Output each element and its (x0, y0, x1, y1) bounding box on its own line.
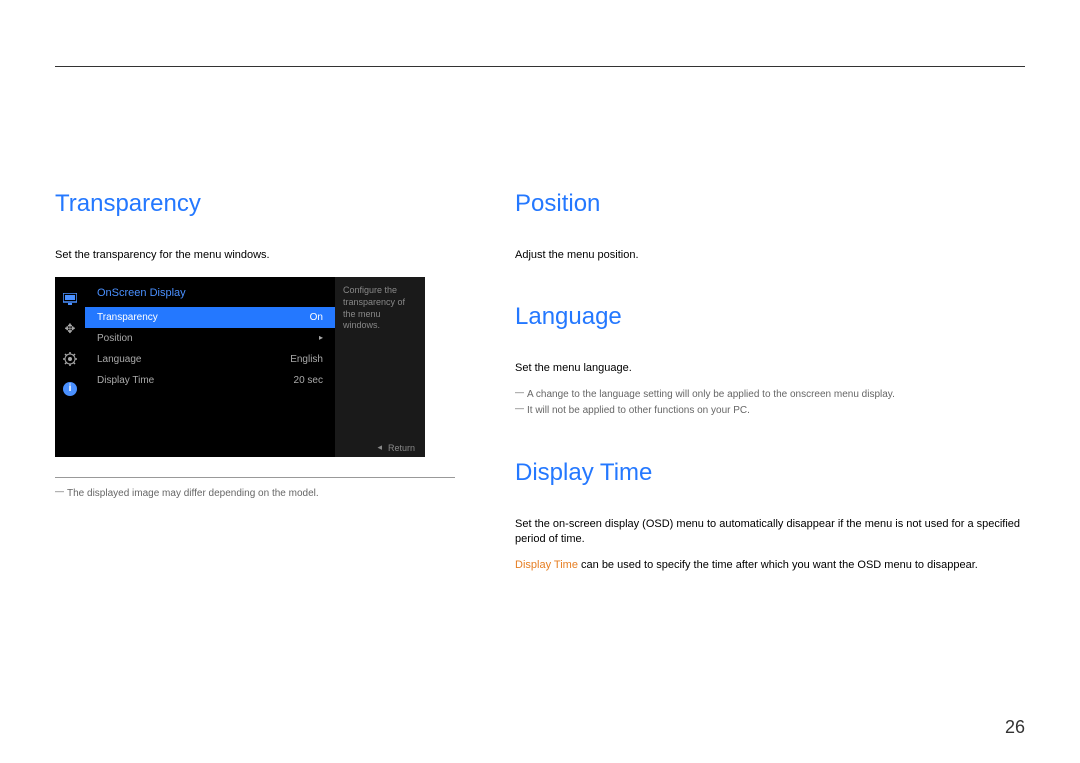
page-number: 26 (1005, 717, 1025, 738)
osd-row-display-time: Display Time 20 sec (85, 370, 335, 391)
left-arrow-icon: ◂ (377, 442, 382, 453)
osd-return-label: Return (388, 443, 415, 453)
display-time-body: Set the on-screen display (OSD) menu to … (515, 517, 1025, 548)
osd-row-value: On (310, 312, 323, 323)
osd-row-label: Display Time (97, 375, 154, 386)
display-time-body2-text: can be used to specify the time after wh… (578, 559, 978, 571)
position-body: Adjust the menu position. (515, 248, 1025, 263)
language-heading: Language (515, 303, 1025, 331)
language-note-2: It will not be applied to other function… (515, 403, 1025, 419)
display-time-heading: Display Time (515, 459, 1025, 487)
osd-row-value: 20 sec (294, 375, 323, 386)
osd-row-position: Position ▸ (85, 328, 335, 349)
gear-icon (63, 352, 77, 366)
osd-row-label: Transparency (97, 312, 158, 323)
model-disclaimer-note: The displayed image may differ depending… (55, 486, 455, 502)
osd-row-value: English (290, 354, 323, 365)
info-icon: i (63, 382, 77, 396)
transparency-body: Set the transparency for the menu window… (55, 248, 455, 263)
osd-title: OnScreen Display (85, 287, 335, 307)
osd-row-label: Language (97, 354, 142, 365)
osd-row-label: Position (97, 333, 133, 344)
osd-row-language: Language English (85, 349, 335, 370)
display-time-body2: Display Time can be used to specify the … (515, 558, 1025, 573)
display-time-term: Display Time (515, 559, 578, 571)
osd-menu: OnScreen Display Transparency On Positio… (85, 277, 335, 457)
osd-footer: ◂ Return (85, 442, 425, 453)
osd-screenshot: ✥ i OnScreen Display Transparency On Pos… (55, 277, 425, 457)
osd-sidebar: ✥ i (55, 277, 85, 457)
monitor-icon (63, 292, 77, 306)
osd-row-value: ▸ (319, 333, 323, 344)
position-heading: Position (515, 190, 1025, 218)
language-note-1: A change to the language setting will on… (515, 387, 1025, 403)
language-body: Set the menu language. (515, 361, 1025, 376)
divider (55, 477, 455, 478)
transparency-heading: Transparency (55, 190, 455, 218)
osd-description: Configure the transparency of the menu w… (335, 277, 425, 457)
osd-row-transparency: Transparency On (85, 307, 335, 328)
navigation-icon: ✥ (63, 322, 77, 336)
